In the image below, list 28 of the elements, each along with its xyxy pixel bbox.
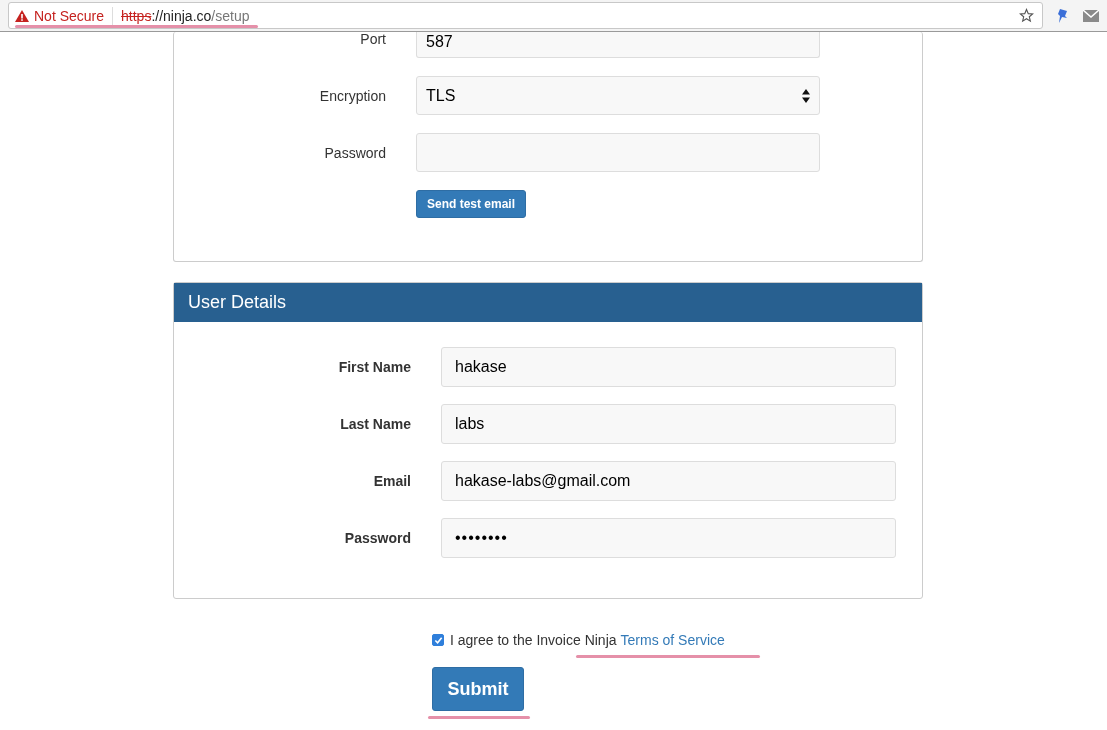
input-field[interactable] bbox=[416, 133, 820, 172]
field-label: Last Name bbox=[339, 416, 411, 432]
input-field[interactable]: •••••••• bbox=[441, 518, 896, 558]
input-field[interactable]: hakase bbox=[441, 347, 896, 387]
agreement-text: I agree to the Invoice Ninja bbox=[450, 632, 617, 648]
send-test-email-button[interactable]: Send test email bbox=[416, 190, 527, 218]
select-field[interactable]: TLS bbox=[416, 76, 820, 115]
input-field[interactable]: 587 bbox=[416, 32, 820, 58]
field-label: First Name bbox=[337, 359, 411, 375]
input-field[interactable]: labs bbox=[441, 404, 896, 444]
url-text: https://ninja.co/setup bbox=[121, 7, 250, 24]
updown-icon bbox=[802, 88, 810, 103]
card-header: User Details bbox=[174, 283, 922, 322]
field-label: Password bbox=[323, 144, 386, 161]
star-icon[interactable] bbox=[1019, 8, 1034, 23]
field-label: Encryption bbox=[318, 87, 386, 104]
warning-icon bbox=[15, 9, 29, 22]
address-bar[interactable]: Not Secure https://ninja.co/setup bbox=[8, 2, 1043, 29]
field-label: Port bbox=[359, 31, 386, 47]
pin-icon[interactable] bbox=[1057, 7, 1069, 24]
mail-icon[interactable] bbox=[1083, 9, 1099, 22]
input-field[interactable]: hakase-labs@gmail.com bbox=[441, 461, 896, 501]
submit-button[interactable]: Submit bbox=[432, 667, 524, 711]
security-label: Not Secure bbox=[34, 7, 105, 24]
checkbox[interactable] bbox=[432, 634, 444, 646]
field-label: Password bbox=[343, 530, 411, 546]
terms-link[interactable]: Terms of Service bbox=[620, 632, 725, 648]
field-label: Email bbox=[372, 473, 411, 489]
